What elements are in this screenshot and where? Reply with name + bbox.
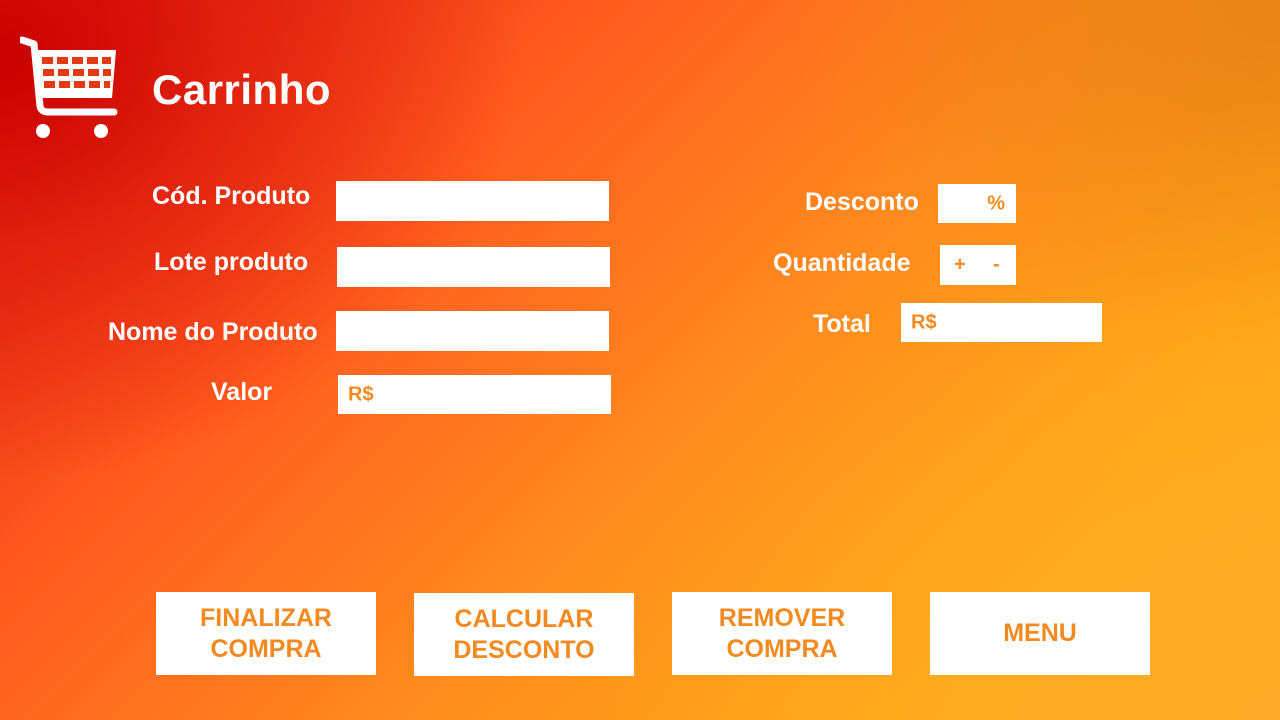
valor-input[interactable]: R$: [338, 375, 611, 414]
lote-produto-label: Lote produto: [154, 248, 309, 276]
total-input[interactable]: R$: [901, 303, 1102, 342]
finalizar-line1: FINALIZAR: [200, 603, 332, 632]
valor-currency-prefix: R$: [348, 383, 374, 405]
quantidade-stepper[interactable]: + -: [940, 245, 1016, 285]
codigo-produto-input[interactable]: [336, 181, 609, 221]
lote-produto-input[interactable]: [337, 247, 610, 287]
calcular-line2: DESCONTO: [453, 635, 595, 664]
valor-label: Valor: [211, 378, 273, 406]
nome-produto-input[interactable]: [336, 311, 609, 351]
quantidade-plus-button[interactable]: +: [954, 254, 966, 277]
finalizar-compra-button[interactable]: FINALIZAR COMPRA: [156, 592, 376, 675]
menu-button[interactable]: MENU: [930, 592, 1150, 675]
nome-produto-label: Nome do Produto: [108, 318, 318, 346]
desconto-input[interactable]: %: [938, 184, 1016, 223]
total-currency-prefix: R$: [911, 311, 937, 333]
remover-compra-button[interactable]: REMOVER COMPRA: [672, 592, 892, 675]
finalizar-line2: COMPRA: [210, 634, 322, 663]
remover-line1: REMOVER: [718, 603, 846, 632]
page-title: Carrinho: [152, 66, 332, 113]
quantidade-label: Quantidade: [773, 249, 911, 277]
desconto-percent-suffix: %: [987, 192, 1005, 214]
remover-line2: COMPRA: [726, 634, 838, 663]
shopping-cart-icon: [20, 36, 118, 138]
desconto-label: Desconto: [805, 188, 919, 216]
menu-label: MENU: [1003, 619, 1077, 647]
calcular-desconto-button[interactable]: CALCULAR DESCONTO: [414, 593, 634, 676]
calcular-line1: CALCULAR: [454, 604, 594, 633]
total-label: Total: [813, 310, 871, 338]
codigo-produto-label: Cód. Produto: [152, 182, 311, 210]
quantidade-minus-button[interactable]: -: [993, 254, 1000, 277]
